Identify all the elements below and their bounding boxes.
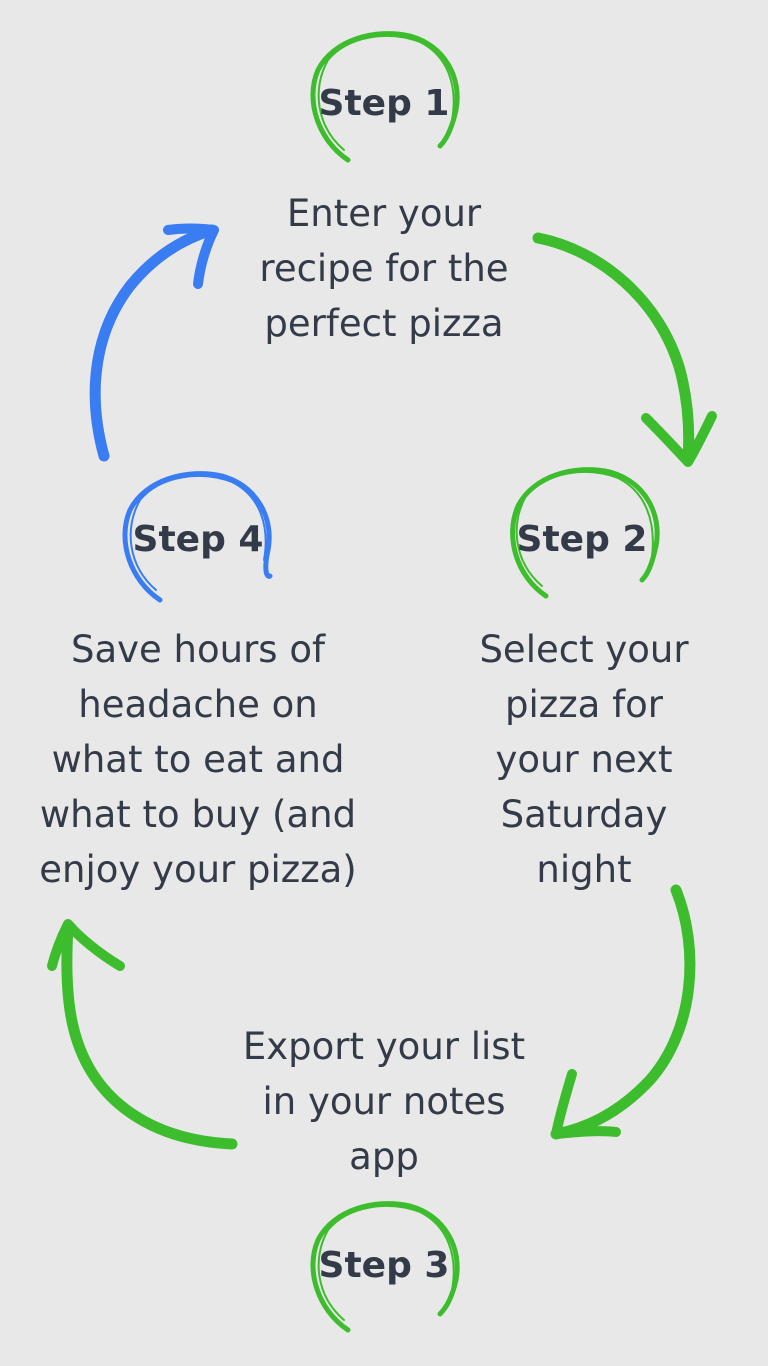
step-4-description: Save hours of headache on what to eat an… bbox=[39, 628, 357, 891]
step-2-description: Select your pizza for your next Saturday… bbox=[479, 628, 689, 891]
step-3-label: Step 3 bbox=[318, 1245, 450, 1286]
arrow-step3-to-step4 bbox=[47, 919, 238, 1150]
step-2-label: Step 2 bbox=[516, 519, 648, 560]
step-1-label: Step 1 bbox=[318, 83, 450, 124]
arrow-step2-to-step3 bbox=[550, 884, 696, 1140]
arrow-step1-to-step2 bbox=[532, 232, 717, 467]
arrow-step4-to-step1 bbox=[89, 223, 219, 462]
step-3-description: Export your list in your notes app bbox=[242, 1025, 526, 1178]
step-4-label: Step 4 bbox=[132, 519, 264, 560]
step-1-description: Enter your recipe for the perfect pizza bbox=[259, 192, 509, 345]
cycle-diagram: Step 1 Enter your recipe for the perfect… bbox=[0, 0, 768, 1366]
